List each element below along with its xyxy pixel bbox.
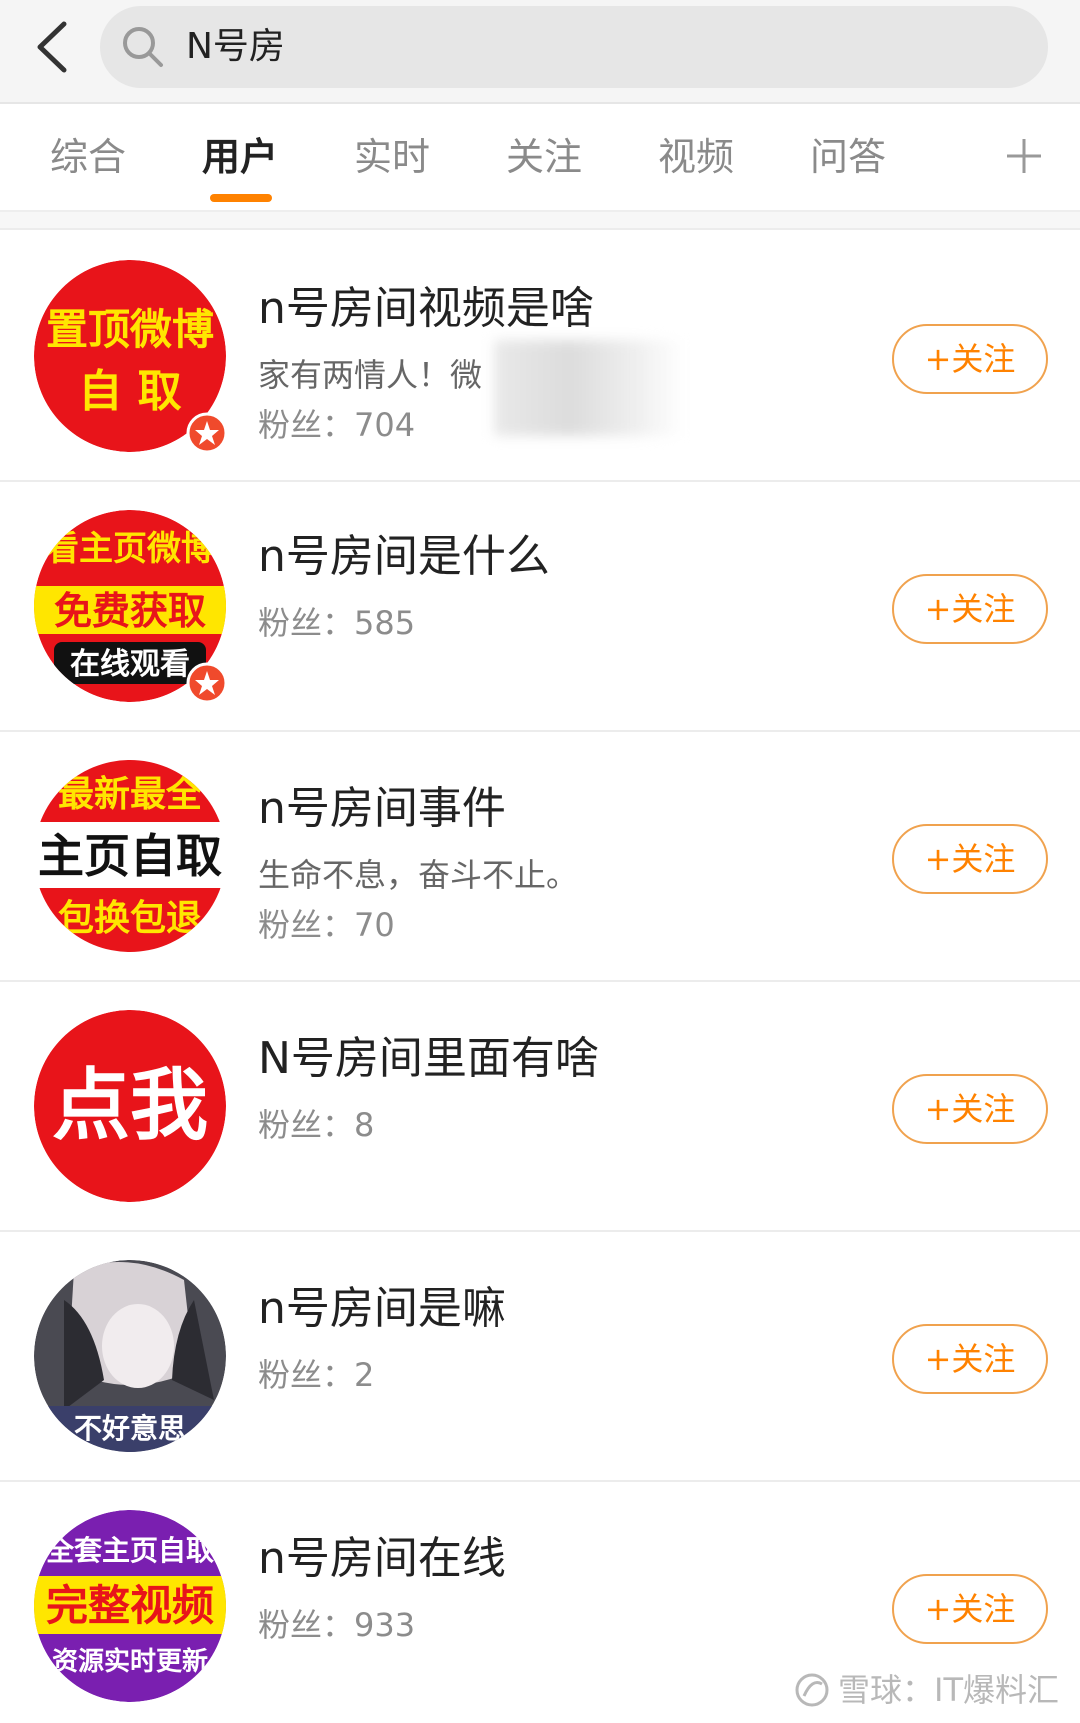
avatar-text-line: 全套主页自取 bbox=[45, 1534, 214, 1567]
avatar[interactable]: 全套主页自取 完整视频 资源实时更新 bbox=[34, 1510, 226, 1702]
user-row[interactable]: 置顶微博 自 取 n号房间视频是啥 家有两情人！微 粉丝：704 +关注 bbox=[0, 232, 1080, 482]
watermark: 雪球：IT爆料汇 bbox=[838, 1671, 1059, 1709]
fans-count: 粉丝：585 bbox=[258, 604, 416, 642]
user-name[interactable]: N号房间里面有啥 bbox=[258, 1032, 599, 1086]
tab-following[interactable]: 关注 bbox=[506, 134, 582, 180]
xueqiu-logo-icon bbox=[795, 1673, 829, 1707]
search-tabs: 综合 用户 实时 关注 视频 问答 bbox=[0, 104, 1080, 212]
user-name[interactable]: n号房间是什么 bbox=[258, 530, 550, 584]
avatar-text-line: 看主页微博 bbox=[45, 529, 215, 569]
user-row[interactable]: 点我 N号房间里面有啥 粉丝：8 +关注 bbox=[0, 982, 1080, 1232]
follow-button[interactable]: +关注 bbox=[892, 324, 1048, 394]
fans-count: 粉丝：70 bbox=[258, 906, 395, 944]
tab-qa[interactable]: 问答 bbox=[810, 134, 886, 180]
user-name[interactable]: n号房间视频是啥 bbox=[258, 282, 594, 336]
avatar[interactable]: 不好意思 bbox=[34, 1260, 226, 1452]
active-tab-indicator bbox=[210, 194, 272, 202]
avatar-text-line: 资源实时更新 bbox=[52, 1646, 208, 1677]
follow-button[interactable]: +关注 bbox=[892, 824, 1048, 894]
back-arrow-icon[interactable] bbox=[30, 18, 76, 76]
blurred-text bbox=[494, 340, 684, 436]
fans-count: 粉丝：704 bbox=[258, 406, 416, 444]
follow-button[interactable]: +关注 bbox=[892, 1574, 1048, 1644]
verified-badge-icon bbox=[186, 662, 228, 704]
fans-count: 粉丝：2 bbox=[258, 1356, 375, 1394]
follow-button[interactable]: +关注 bbox=[892, 1324, 1048, 1394]
follow-button[interactable]: +关注 bbox=[892, 574, 1048, 644]
user-name[interactable]: n号房间在线 bbox=[258, 1532, 506, 1586]
avatar-text-line: 自 取 bbox=[78, 366, 181, 417]
list-separator bbox=[0, 212, 1080, 230]
fans-count: 粉丝：8 bbox=[258, 1106, 375, 1144]
avatar-text-line: 不好意思 bbox=[74, 1412, 186, 1445]
search-input[interactable]: N号房 bbox=[100, 6, 1048, 88]
tab-comprehensive[interactable]: 综合 bbox=[50, 134, 126, 180]
fans-count: 粉丝：933 bbox=[258, 1606, 416, 1644]
top-bar: N号房 bbox=[0, 0, 1080, 104]
verified-badge-icon bbox=[186, 412, 228, 454]
search-icon bbox=[123, 27, 163, 67]
avatar-text-line: 点我 bbox=[52, 1061, 208, 1151]
tab-video[interactable]: 视频 bbox=[658, 134, 734, 180]
add-tab-icon[interactable] bbox=[1004, 136, 1044, 176]
user-row[interactable]: 不好意思 n号房间是嘛 粉丝：2 +关注 bbox=[0, 1232, 1080, 1482]
avatar-text-line: 在线观看 bbox=[70, 647, 190, 682]
avatar-text-line: 包换包退 bbox=[58, 898, 202, 939]
user-row[interactable]: 最新最全 主页自取 包换包退 n号房间事件 生命不息，奋斗不止。 粉丝：70 +… bbox=[0, 732, 1080, 982]
user-description: 生命不息，奋斗不止。 bbox=[258, 856, 579, 894]
user-row[interactable]: 看主页微博 免费获取 在线观看 n号房间是什么 粉丝：585 +关注 bbox=[0, 482, 1080, 732]
tab-realtime[interactable]: 实时 bbox=[354, 134, 430, 180]
avatar-text-line: 最新最全 bbox=[58, 773, 203, 815]
search-query[interactable]: N号房 bbox=[186, 24, 285, 70]
user-name[interactable]: n号房间事件 bbox=[258, 782, 506, 836]
follow-button[interactable]: +关注 bbox=[892, 1074, 1048, 1144]
avatar[interactable]: 点我 bbox=[34, 1010, 226, 1202]
avatar[interactable]: 最新最全 主页自取 包换包退 bbox=[34, 760, 226, 952]
user-description: 家有两情人！微 bbox=[258, 356, 483, 394]
avatar-text-line: 完整视频 bbox=[46, 1581, 214, 1630]
avatar-text-line: 主页自取 bbox=[38, 829, 222, 883]
user-name[interactable]: n号房间是嘛 bbox=[258, 1282, 506, 1336]
avatar-text-line: 置顶微博 bbox=[46, 305, 214, 354]
avatar-text-line: 免费获取 bbox=[54, 589, 206, 633]
tab-users[interactable]: 用户 bbox=[202, 134, 278, 180]
